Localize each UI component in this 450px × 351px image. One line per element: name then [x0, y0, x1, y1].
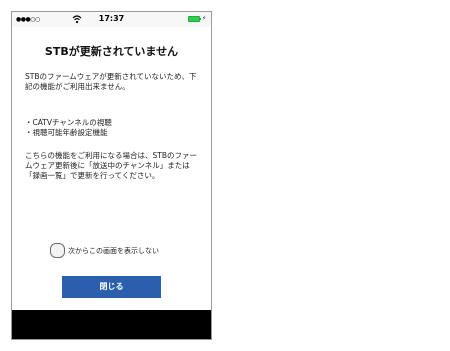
status-bar: ●●●○○ 17:37 ⚡: [12, 12, 211, 27]
dont-show-again-checkbox[interactable]: [50, 243, 65, 258]
battery-icon: [188, 16, 200, 22]
bottom-bar: [12, 310, 211, 339]
clock-time: 17:37: [98, 14, 125, 23]
battery-tip: [200, 18, 201, 20]
charging-icon: ⚡: [202, 15, 207, 22]
close-button[interactable]: 閉じる: [62, 276, 161, 298]
dont-show-again-option[interactable]: 次からこの画面を表示しない: [50, 242, 159, 259]
unavailable-features-list: ・CATVチャンネルの視聴 ・視聴可能年齢設定機能: [25, 118, 112, 137]
phone-screen: ●●●○○ 17:37 ⚡ STBが更新されていません STBのファームウェアが…: [11, 11, 212, 340]
dialog-title: STBが更新されていません: [44, 45, 179, 58]
update-notice-text: STBのファームウェアが更新されていないため、下記の機能がご利用出来ません。: [25, 72, 197, 91]
dont-show-again-label: 次からこの画面を表示しない: [68, 246, 159, 255]
update-instructions-text: こちらの機能をご利用になる場合は、STBのファームウェア更新後に「放送中のチャン…: [25, 151, 197, 180]
